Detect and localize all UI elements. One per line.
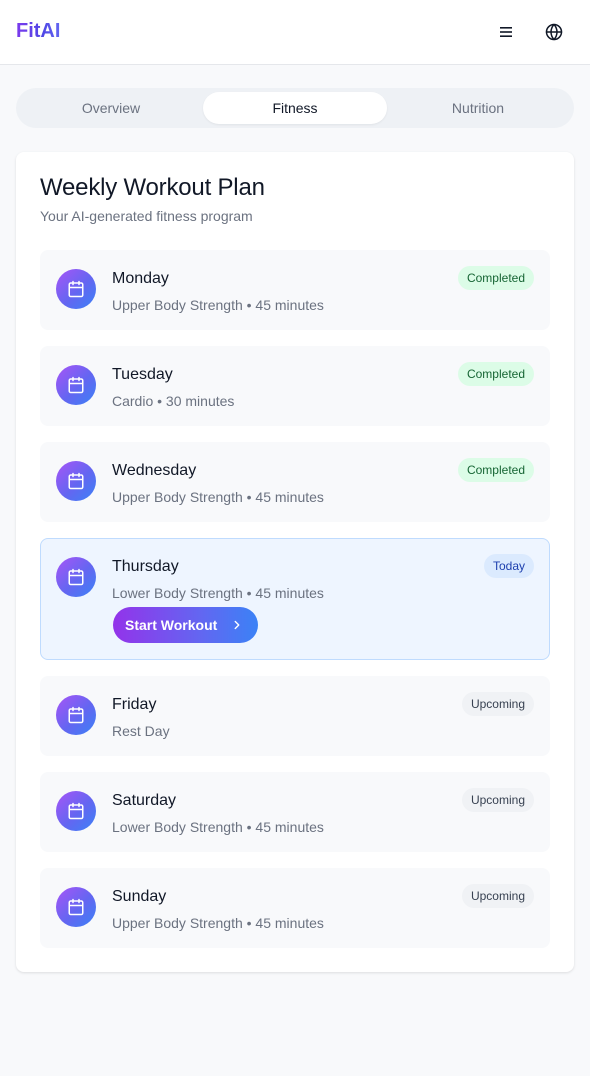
- tab-nutrition[interactable]: Nutrition: [386, 92, 570, 124]
- day-name: Wednesday: [112, 462, 197, 479]
- day-item-tuesday[interactable]: Tuesday Cardio • 30 minutes Completed: [40, 346, 550, 426]
- day-icon-wrap: [56, 461, 96, 501]
- language-button[interactable]: [542, 20, 566, 44]
- status-badge: Upcoming: [461, 884, 534, 908]
- day-name: Friday: [112, 696, 157, 713]
- day-item-monday[interactable]: Monday Upper Body Strength • 45 minutes …: [40, 250, 550, 330]
- day-item-saturday[interactable]: Saturday Lower Body Strength • 45 minute…: [40, 772, 550, 852]
- calendar-icon: [68, 898, 84, 916]
- app-logo[interactable]: FitAI: [16, 20, 60, 43]
- calendar-icon: [68, 802, 84, 820]
- status-badge: Today: [483, 554, 534, 578]
- day-icon-wrap: [56, 269, 96, 309]
- start-workout-label: Start Workout: [125, 617, 218, 633]
- day-icon-wrap: [56, 791, 96, 831]
- day-icon-wrap: [56, 365, 96, 405]
- calendar-icon: [68, 280, 84, 298]
- status-badge: Completed: [457, 458, 534, 482]
- status-badge: Completed: [457, 362, 534, 386]
- menu-icon: [500, 27, 512, 37]
- day-icon-wrap: [56, 887, 96, 927]
- day-detail: Lower Body Strength • 45 minutes: [112, 819, 324, 835]
- chevron-right-icon: [234, 620, 240, 630]
- calendar-icon: [68, 706, 84, 724]
- calendar-icon: [68, 376, 84, 394]
- plan-subtitle: Your AI-generated fitness program: [40, 208, 253, 224]
- section-tabs: Overview Fitness Nutrition: [16, 88, 574, 128]
- day-item-sunday[interactable]: Sunday Upper Body Strength • 45 minutes …: [40, 868, 550, 948]
- day-detail: Rest Day: [112, 723, 170, 739]
- globe-icon: [545, 23, 563, 41]
- calendar-icon: [68, 472, 84, 490]
- day-detail: Lower Body Strength • 45 minutes: [112, 585, 324, 601]
- day-item-thursday[interactable]: Thursday Lower Body Strength • 45 minute…: [40, 538, 550, 660]
- day-name: Monday: [112, 270, 169, 287]
- app-header: FitAI: [0, 0, 590, 65]
- start-workout-button[interactable]: Start Workout: [113, 607, 258, 643]
- status-badge: Upcoming: [461, 788, 534, 812]
- day-icon-wrap: [56, 695, 96, 735]
- day-detail: Upper Body Strength • 45 minutes: [112, 915, 324, 931]
- day-name: Tuesday: [112, 366, 173, 383]
- day-detail: Cardio • 30 minutes: [112, 393, 235, 409]
- day-name: Thursday: [112, 558, 179, 575]
- day-detail: Upper Body Strength • 45 minutes: [112, 297, 324, 313]
- calendar-icon: [68, 568, 84, 586]
- tab-overview[interactable]: Overview: [19, 92, 203, 124]
- day-name: Sunday: [112, 888, 167, 905]
- tab-fitness[interactable]: Fitness: [203, 92, 387, 124]
- status-badge: Completed: [457, 266, 534, 290]
- day-item-wednesday[interactable]: Wednesday Upper Body Strength • 45 minut…: [40, 442, 550, 522]
- status-badge: Upcoming: [461, 692, 534, 716]
- menu-button[interactable]: [494, 20, 518, 44]
- plan-title: Weekly Workout Plan: [40, 174, 265, 201]
- day-item-friday[interactable]: Friday Rest Day Upcoming: [40, 676, 550, 756]
- workout-plan-card: Weekly Workout Plan Your AI-generated fi…: [16, 152, 574, 972]
- day-name: Saturday: [112, 792, 177, 809]
- day-icon-wrap: [56, 557, 96, 597]
- day-detail: Upper Body Strength • 45 minutes: [112, 489, 324, 505]
